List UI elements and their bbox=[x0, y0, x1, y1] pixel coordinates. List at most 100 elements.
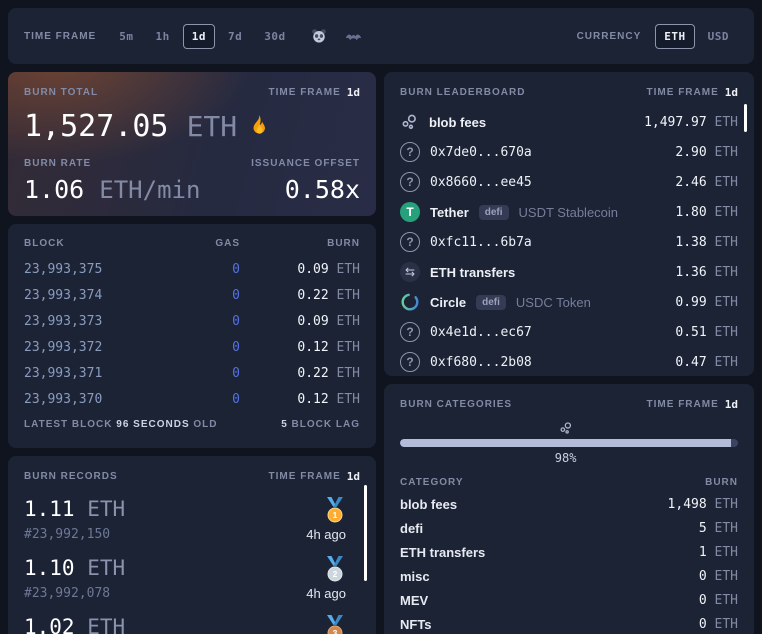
burn-rate-label: BURN RATE bbox=[24, 158, 91, 169]
block-gas: 0 bbox=[162, 258, 240, 281]
timeframe-button-5m[interactable]: 5m bbox=[110, 24, 142, 49]
currency-controls: CURRENCY ETHUSD bbox=[577, 24, 738, 49]
block-gas: 0 bbox=[162, 310, 240, 333]
issuance-offset-value: 0.58x bbox=[285, 175, 360, 204]
bat-icon[interactable] bbox=[343, 28, 364, 45]
burn-rate-number: 1.06 bbox=[24, 175, 84, 204]
blob-icon bbox=[558, 421, 573, 436]
leaderboard-entry-detail: USDT Stablecoin bbox=[519, 205, 618, 220]
burn-rate-value: 1.06 ETH/min bbox=[24, 175, 200, 204]
leaderboard-entry-name: ETH transfers bbox=[430, 265, 515, 280]
block-burn: 0.22 ETH bbox=[240, 362, 360, 385]
leaderboard-row[interactable]: T Tether defi USDT Stablecoin 1.80 ETH bbox=[400, 197, 738, 227]
leaderboard-scrollbar[interactable] bbox=[744, 104, 747, 132]
question-icon: ? bbox=[400, 352, 420, 372]
burn-leaderboard-card: BURN LEADERBOARD TIME FRAME 1d blob fees… bbox=[384, 72, 754, 376]
leaderboard-row[interactable]: blob fees 1,497.97 ETH bbox=[400, 107, 738, 137]
burn-total-card: BURN TOTAL TIME FRAME 1d 1,527.05 ETH BU… bbox=[8, 72, 376, 216]
leaderboard-row[interactable]: ? 0x4e1d...ec67 0.51 ETH bbox=[400, 317, 738, 347]
burn-categories-card: BURN CATEGORIES TIME FRAME 1d 98% bbox=[384, 384, 754, 634]
category-row: blob fees 1,498 ETH bbox=[400, 492, 738, 516]
burn-records-card: BURN RECORDS TIME FRAME 1d 1.11 ETH #23,… bbox=[8, 456, 376, 634]
latest-block-age: LATEST BLOCK 96 SECONDS OLD bbox=[24, 419, 218, 430]
burn-total-title: BURN TOTAL bbox=[24, 87, 98, 98]
leaderboard-entry-name: 0x4e1d...ec67 bbox=[430, 325, 532, 340]
leaderboard-row[interactable]: ? 0xfc11...6b7a 1.38 ETH bbox=[400, 227, 738, 257]
burn-categories-timeframe-chip[interactable]: TIME FRAME 1d bbox=[647, 398, 738, 411]
record-time-ago: 4h ago bbox=[306, 527, 346, 542]
bronze-medal-icon: 3 bbox=[324, 615, 346, 634]
leaderboard-entry-name: Tether bbox=[430, 205, 469, 220]
issuance-offset-label: ISSUANCE OFFSET bbox=[251, 158, 360, 169]
block-burn: 0.09 ETH bbox=[240, 310, 360, 333]
svg-text:2: 2 bbox=[333, 569, 338, 579]
timeframe-button-30d[interactable]: 30d bbox=[255, 24, 294, 49]
timeframe-button-7d[interactable]: 7d bbox=[219, 24, 251, 49]
timeframe-button-1d[interactable]: 1d bbox=[183, 24, 215, 49]
bat-icon bbox=[345, 30, 362, 43]
latest-blocks-card: BLOCK GAS BURN 23,993,375 0 0.09 ETH23,9… bbox=[8, 224, 376, 448]
burn-leaderboard-title: BURN LEADERBOARD bbox=[400, 87, 525, 98]
block-lag: 5 BLOCK LAG bbox=[281, 419, 360, 430]
block-number: 23,993,371 bbox=[24, 362, 162, 385]
leaderboard-entry-amount: 0.51 ETH bbox=[675, 325, 738, 340]
leaderboard-row[interactable]: ? 0x8660...ee45 2.46 ETH bbox=[400, 167, 738, 197]
category-amount: 5 ETH bbox=[699, 521, 738, 536]
records-scrollbar[interactable] bbox=[364, 485, 367, 581]
category-column-header: CATEGORY bbox=[400, 477, 464, 488]
block-burn: 0.12 ETH bbox=[240, 336, 360, 359]
timeframe-group: 5m1h1d7d30d bbox=[110, 24, 294, 49]
burn-leaderboard-timeframe-chip[interactable]: TIME FRAME 1d bbox=[647, 86, 738, 99]
leaderboard-row[interactable]: ? 0x7de0...670a 2.90 ETH bbox=[400, 137, 738, 167]
circle-icon bbox=[400, 292, 420, 312]
burn-records-title: BURN RECORDS bbox=[24, 471, 118, 482]
burn-total-timeframe-chip[interactable]: TIME FRAME 1d bbox=[269, 86, 360, 99]
leaderboard-entry-amount: 1.38 ETH bbox=[675, 235, 738, 250]
category-amount: 1,498 ETH bbox=[668, 497, 738, 512]
timeframe-chip-value: 1d bbox=[347, 86, 360, 99]
category-row: MEV 0 ETH bbox=[400, 588, 738, 612]
record-left: 1.11 ETH #23,992,150 bbox=[24, 497, 125, 542]
block-column-header: BLOCK bbox=[24, 238, 162, 255]
category-amount: 0 ETH bbox=[699, 569, 738, 584]
category-name: ETH transfers bbox=[400, 545, 485, 560]
block-burn: 0.09 ETH bbox=[240, 258, 360, 281]
panda-icon[interactable] bbox=[309, 26, 329, 46]
block-gas: 0 bbox=[162, 336, 240, 359]
burn-rate-unit: ETH/min bbox=[99, 176, 200, 204]
burn-record-row: 1.10 ETH #23,992,078 2 4h ago bbox=[24, 556, 360, 601]
block-burn: 0.22 ETH bbox=[240, 284, 360, 307]
gold-medal-icon: 1 bbox=[324, 497, 346, 523]
category-share-bar: 98% bbox=[400, 421, 738, 471]
currency-button-eth[interactable]: ETH bbox=[655, 24, 694, 49]
question-icon: ? bbox=[400, 172, 420, 192]
leaderboard-entry-name: blob fees bbox=[429, 115, 486, 130]
block-lag-label: BLOCK LAG bbox=[292, 419, 360, 430]
tether-icon: T bbox=[400, 202, 420, 222]
leaderboard-entry-amount: 2.90 ETH bbox=[675, 145, 738, 160]
burn-record-row: 1.02 ETH #23,992,153 3 4h ago bbox=[24, 615, 360, 634]
leaderboard-entry-amount: 0.47 ETH bbox=[675, 355, 738, 370]
timeframe-chip-value: 1d bbox=[347, 470, 360, 483]
leaderboard-entry-name: 0xfc11...6b7a bbox=[430, 235, 532, 250]
timeframe-chip-label: TIME FRAME bbox=[269, 87, 341, 98]
defi-badge: defi bbox=[476, 295, 506, 310]
timeframe-button-1h[interactable]: 1h bbox=[146, 24, 178, 49]
record-amount: 1.11 ETH bbox=[24, 497, 125, 521]
burn-column-header: BURN bbox=[240, 238, 360, 255]
block-number: 23,993,372 bbox=[24, 336, 162, 359]
question-icon: ? bbox=[400, 322, 420, 342]
timeframe-chip-label: TIME FRAME bbox=[647, 87, 719, 98]
leaderboard-row[interactable]: ? 0xf680...2b08 0.47 ETH bbox=[400, 347, 738, 376]
burn-records-timeframe-chip[interactable]: TIME FRAME 1d bbox=[269, 470, 360, 483]
block-number: 23,993,373 bbox=[24, 310, 162, 333]
leaderboard-row[interactable]: ⇆ ETH transfers 1.36 ETH bbox=[400, 257, 738, 287]
record-block-number: #23,992,150 bbox=[24, 527, 125, 542]
latest-block-age-prefix: LATEST BLOCK bbox=[24, 419, 112, 430]
currency-button-usd[interactable]: USD bbox=[699, 24, 738, 49]
record-amount: 1.10 ETH bbox=[24, 556, 125, 580]
leaderboard-row[interactable]: Circle defi USDC Token 0.99 ETH bbox=[400, 287, 738, 317]
burn-total-unit: ETH bbox=[187, 110, 238, 143]
record-block-number: #23,992,078 bbox=[24, 586, 125, 601]
silver-medal-icon: 2 bbox=[324, 556, 346, 582]
